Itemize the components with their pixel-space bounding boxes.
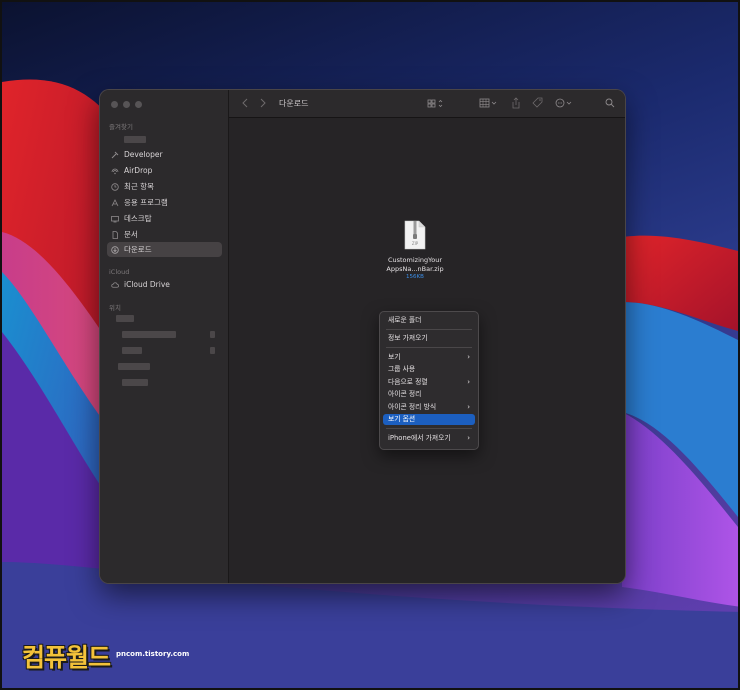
sidebar-item-airdrop[interactable]: AirDrop [107, 163, 222, 178]
menu-item-clean-up-by[interactable]: 아이콘 정리 방식 › [383, 402, 475, 413]
menu-item-label: 보기 옵션 [388, 415, 416, 423]
zip-file-icon: ZIP [404, 220, 426, 250]
airdrop-icon [111, 167, 119, 175]
tag-icon[interactable] [532, 96, 544, 115]
finder-sidebar: 즐겨찾기 Developer AirDrop 최근 항목 응용 프로그램 데스크… [100, 90, 229, 583]
menu-item-label: 다음으로 정렬 [388, 378, 428, 386]
apps-icon [111, 198, 119, 207]
zip-file-item[interactable]: ZIP CustomizingYour AppsNa...nBar.zip 15… [373, 220, 457, 280]
share-icon[interactable] [511, 96, 521, 115]
sidebar-item-developer[interactable]: Developer [107, 147, 222, 162]
menu-item-label: iPhone에서 가져오기 [388, 434, 451, 442]
sidebar-section-icloud: iCloud [109, 268, 130, 276]
sidebar-item-downloads[interactable]: 다운로드 [107, 242, 222, 257]
menu-item-sort-by[interactable]: 다음으로 정렬 › [383, 377, 475, 388]
sidebar-item-label: 문서 [124, 230, 138, 239]
sidebar-section-locations: 위치 [109, 304, 121, 312]
file-name-line1: CustomizingYour [387, 256, 443, 264]
menu-item-show-view-options[interactable]: 보기 옵션 [383, 414, 475, 425]
icon-view-icon[interactable] [427, 96, 445, 115]
watermark-brand: 컴퓨월드 [22, 643, 111, 672]
menu-separator [386, 428, 472, 429]
menu-item-import-from-iphone[interactable]: iPhone에서 가져오기 › [383, 433, 475, 444]
redacted-location [122, 331, 176, 338]
menu-separator [386, 347, 472, 348]
redacted-location-eject [210, 331, 215, 338]
menu-separator [386, 329, 472, 330]
file-name-line2: AppsNa...nBar.zip [386, 264, 444, 273]
menu-item-label: 정보 가져오기 [388, 334, 428, 342]
menu-item-view[interactable]: 보기 › [383, 352, 475, 363]
sidebar-item-desktop[interactable]: 데스크탑 [107, 211, 222, 226]
hammer-icon [111, 151, 119, 159]
forward-icon[interactable] [259, 96, 267, 115]
zoom-window-button[interactable] [135, 101, 142, 108]
sidebar-section-favorites: 즐겨찾기 [109, 123, 133, 131]
sidebar-item-label: 응용 프로그램 [124, 198, 168, 207]
menu-item-label: 보기 [388, 353, 401, 361]
zip-type-badge: ZIP [411, 241, 419, 246]
finder-window: 즐겨찾기 Developer AirDrop 최근 항목 응용 프로그램 데스크… [100, 90, 625, 583]
window-title: 다운로드 [279, 99, 309, 108]
menu-item-label: 아이콘 정리 방식 [388, 403, 437, 411]
watermark-url: pncom.tistory.com [116, 650, 190, 658]
redacted-location-eject [210, 347, 215, 354]
menu-item-label: 그룹 사용 [388, 365, 416, 373]
document-icon [111, 230, 119, 239]
sidebar-item-label: 다운로드 [124, 245, 152, 254]
finder-toolbar: 다운로드 [229, 90, 625, 118]
sidebar-item-label: iCloud Drive [124, 280, 170, 289]
menu-item-clean-up[interactable]: 아이콘 정리 [383, 389, 475, 400]
window-controls [111, 101, 142, 108]
file-name: CustomizingYour AppsNa...nBar.zip [373, 256, 457, 273]
sidebar-item-icloud-drive[interactable]: iCloud Drive [107, 277, 222, 292]
home-icon [111, 136, 119, 144]
more-actions-icon[interactable] [555, 96, 575, 115]
sidebar-item-label: Developer [124, 150, 163, 159]
sidebar-item-user-home[interactable] [107, 132, 222, 147]
menu-item-label: 아이콘 정리 [388, 390, 422, 398]
search-icon[interactable] [605, 96, 615, 115]
menu-item-new-folder[interactable]: 새로운 폴더 [383, 315, 475, 326]
cloud-icon [111, 281, 119, 289]
minimize-window-button[interactable] [123, 101, 130, 108]
chevron-right-icon: › [467, 403, 470, 411]
file-size: 156KB [406, 274, 424, 280]
chevron-right-icon: › [467, 353, 470, 361]
sidebar-item-label: AirDrop [124, 166, 153, 175]
sidebar-item-applications[interactable]: 응용 프로그램 [107, 195, 222, 210]
chevron-right-icon: › [467, 378, 470, 386]
sidebar-item-label: 최근 항목 [124, 182, 154, 191]
sidebar-item-recents[interactable]: 최근 항목 [107, 179, 222, 194]
close-window-button[interactable] [111, 101, 118, 108]
redacted-location [122, 379, 148, 386]
redacted-location [118, 363, 150, 370]
download-icon [111, 245, 119, 254]
clock-icon [111, 182, 119, 191]
watermark-logo: 컴퓨월드 pncom.tistory.com [22, 638, 189, 674]
chevron-right-icon: › [467, 434, 470, 442]
redacted-location [122, 347, 142, 354]
redacted-location [116, 315, 134, 322]
desktop-icon [111, 215, 119, 223]
sidebar-item-documents[interactable]: 문서 [107, 227, 222, 242]
back-icon[interactable] [241, 96, 249, 115]
group-view-icon[interactable] [479, 96, 499, 115]
menu-item-label: 새로운 폴더 [388, 316, 422, 324]
menu-item-get-info[interactable]: 정보 가져오기 [383, 333, 475, 344]
context-menu: 새로운 폴더 정보 가져오기 보기 › 그룹 사용 다음으로 정렬 › 아이콘 정리… [379, 311, 479, 450]
sidebar-item-label: 데스크탑 [124, 214, 152, 223]
redacted-label [124, 136, 146, 143]
menu-item-use-groups[interactable]: 그룹 사용 [383, 364, 475, 375]
